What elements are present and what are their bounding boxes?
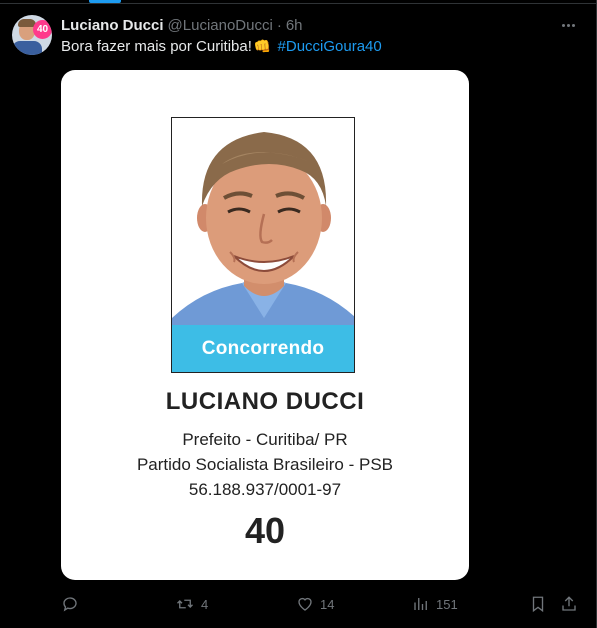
fist-emoji: 👊 [253, 38, 272, 54]
views-count: 151 [436, 596, 458, 612]
bookmark-icon [532, 596, 544, 613]
timestamp[interactable]: 6h [286, 17, 303, 34]
tweet-text: Bora fazer mais por Curitiba! 👊 #DucciGou… [61, 38, 382, 55]
status-banner: Concorrendo [172, 325, 354, 372]
reply-button[interactable] [61, 590, 85, 618]
share-button[interactable] [560, 590, 578, 618]
like-button[interactable]: 14 [296, 590, 334, 618]
top-divider [0, 0, 597, 4]
avatar-body [12, 41, 42, 55]
tweet-header: Luciano Ducci @LucianoDucci · 6h [61, 17, 303, 35]
views-button[interactable]: 151 [412, 590, 458, 618]
bookmark-button[interactable] [530, 590, 546, 618]
separator: · [276, 17, 282, 34]
avatar-badge: 40 [33, 20, 52, 39]
action-bar: 4 14 151 [0, 590, 597, 618]
heart-icon [298, 597, 312, 611]
avatar[interactable]: 40 [12, 15, 52, 55]
retweet-icon [177, 599, 193, 609]
user-handle[interactable]: @LucianoDucci [168, 17, 273, 34]
retweet-button[interactable]: 4 [175, 590, 208, 618]
like-count: 14 [320, 596, 335, 612]
tab-indicator [89, 0, 121, 3]
reply-icon [63, 597, 77, 612]
candidate-cnpj: 56.188.937/0001-97 [188, 480, 342, 499]
retweet-count: 4 [201, 596, 209, 612]
more-button[interactable] [556, 14, 580, 36]
candidate-office: Prefeito - Curitiba/ PR [182, 430, 348, 449]
candidate-number: 40 [244, 510, 286, 551]
share-icon [562, 596, 576, 611]
hashtag-link[interactable]: #DucciGoura40 [278, 38, 382, 55]
more-icon-dot [571, 23, 575, 27]
views-icon [414, 598, 427, 610]
tweet-text-body: Bora fazer mais por Curitiba! [61, 38, 252, 55]
display-name[interactable]: Luciano Ducci [61, 17, 164, 34]
candidate-name: LUCIANO DUCCI [165, 388, 365, 415]
candidate-party: Partido Socialista Brasileiro - PSB [136, 455, 394, 474]
more-icon-dot [566, 23, 570, 27]
candidate-photo: Concorrendo [171, 117, 355, 373]
more-icon [561, 23, 565, 27]
tweet-image[interactable]: Concorrendo LUCIANO DUCCI Prefeito - Cur… [61, 70, 469, 580]
